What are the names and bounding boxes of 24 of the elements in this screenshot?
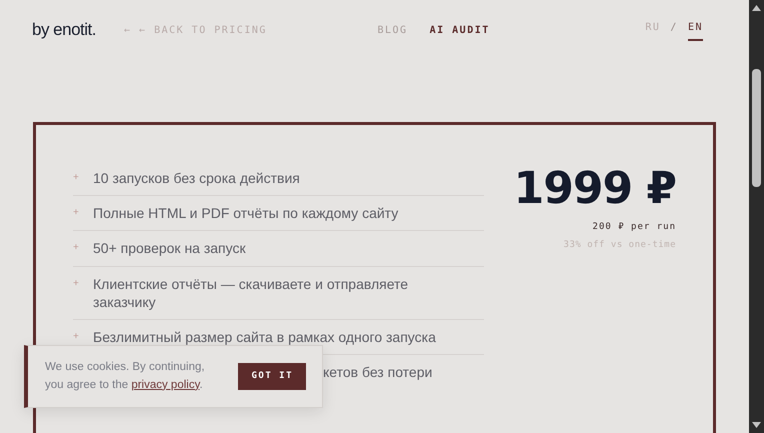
cookie-message: We use cookies. By continuing, you agree to the privacy policy.: [45, 360, 206, 392]
scroll-up-icon[interactable]: [752, 5, 761, 11]
scroll-thumb[interactable]: [752, 69, 761, 187]
feature-text: кетов без потери: [323, 363, 432, 382]
nav-link[interactable]: AI AUDIT: [430, 22, 490, 38]
plus-icon: +: [73, 274, 81, 311]
feature-text: Полные HTML и PDF отчёты по каждому сайту: [93, 204, 398, 222]
language-link[interactable]: EN: [688, 20, 703, 40]
feature-text: Безлимитный размер сайта в рамках одного запуска: [93, 328, 436, 346]
plus-icon: +: [73, 239, 81, 258]
scroll-down-icon[interactable]: [752, 422, 761, 428]
feature-text: 10 запусков без срока действия: [93, 169, 300, 188]
per-run-price: 200 ₽ per run: [592, 221, 676, 234]
language-separator: /: [670, 20, 678, 34]
plus-icon: +: [73, 204, 81, 222]
feature-text: 50+ проверок на запуск: [93, 239, 246, 258]
plus-icon: +: [73, 169, 81, 188]
scrollbar[interactable]: [749, 0, 764, 433]
accept-button[interactable]: GOT IT: [238, 362, 306, 390]
price: 1999 ₽: [514, 167, 676, 211]
plus-icon: +: [73, 328, 81, 346]
feature-text: Клиентские отчёты — скачиваете и отправляете заказчику: [93, 274, 410, 311]
privacy-policy-link[interactable]: privacy policy: [131, 378, 200, 390]
logo[interactable]: by enotit.: [32, 17, 96, 43]
